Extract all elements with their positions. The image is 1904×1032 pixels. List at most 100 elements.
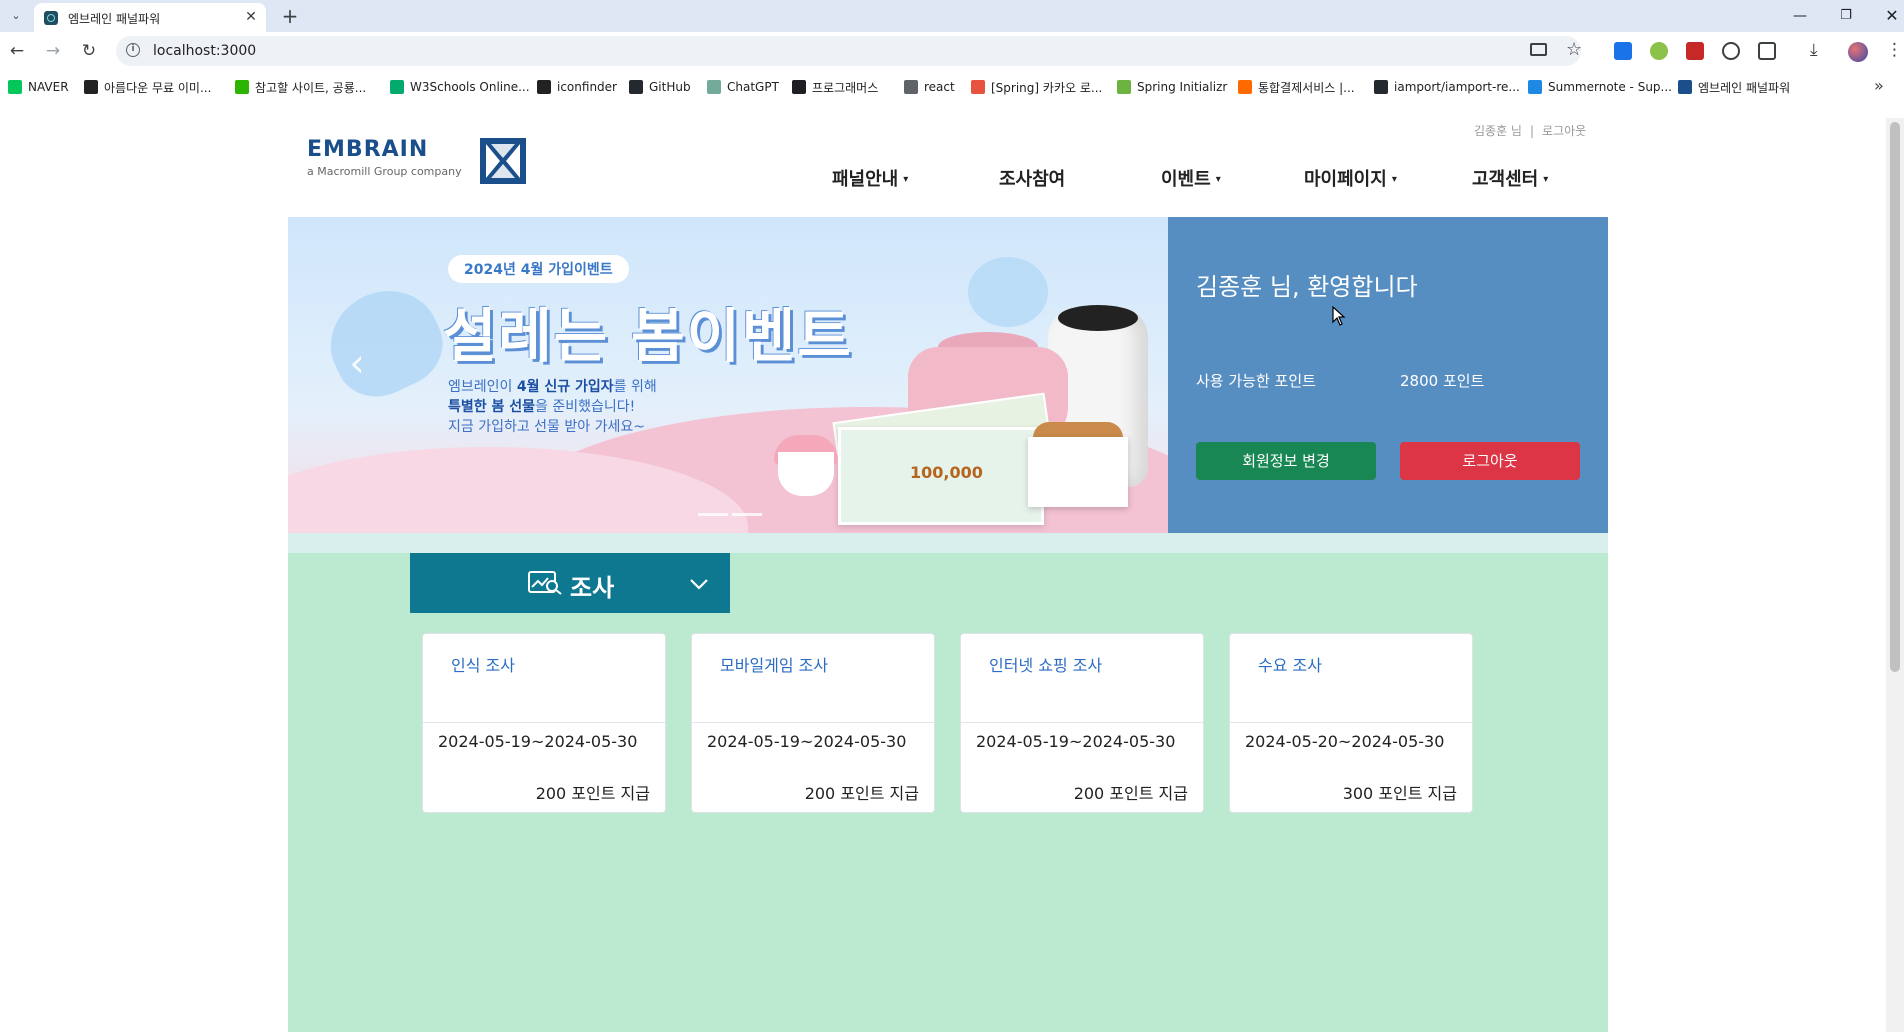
extension-sync-icon[interactable]	[1722, 42, 1740, 60]
bookmark-label: GitHub	[649, 80, 691, 94]
ice-cream-cup-image	[778, 452, 834, 496]
bookmark-item[interactable]: 아름다운 무료 이미...	[84, 77, 211, 97]
url-text[interactable]: localhost:3000	[153, 43, 256, 59]
survey-period: 2024-05-19~2024-05-30	[976, 732, 1176, 751]
window-minimize-button[interactable]: —	[1788, 4, 1812, 28]
survey-section: 조사 인식 조사 2024-05-19~2024-05-30 200 포인트 지…	[288, 553, 1608, 1032]
nav-label: 패널안내	[832, 169, 899, 190]
bookmark-label: 엠브레인 패널파워	[1698, 80, 1791, 95]
site-info-icon[interactable]: i	[126, 43, 140, 57]
window-close-button[interactable]: ✕	[1880, 4, 1904, 28]
survey-period: 2024-05-20~2024-05-30	[1245, 732, 1445, 751]
browser-tab[interactable]: 엠브레인 패널파워 ✕	[34, 3, 266, 32]
bookmark-item[interactable]: Summernote - Sup...	[1528, 77, 1672, 97]
bookmark-item[interactable]: 엠브레인 패널파워	[1678, 77, 1790, 97]
bookmark-item[interactable]: W3Schools Online...	[390, 77, 530, 97]
window-restore-button[interactable]: ❐	[1834, 4, 1858, 28]
survey-card[interactable]: 인식 조사 2024-05-19~2024-05-30 200 포인트 지급	[422, 633, 666, 813]
bookmark-star-icon[interactable]: ☆	[1566, 39, 1582, 60]
survey-toggle-button[interactable]: 조사	[410, 553, 730, 613]
browser-menu-icon[interactable]: ⋮	[1886, 40, 1903, 60]
carousel-indicator[interactable]	[698, 513, 728, 516]
nav-customer-center[interactable]: 고객센터 ▾	[1472, 165, 1548, 191]
air-purifier-top	[1058, 305, 1138, 331]
caret-down-icon: ▾	[1391, 174, 1397, 185]
edit-profile-button[interactable]: 회원정보 변경	[1196, 442, 1376, 480]
caret-down-icon: ▾	[903, 174, 909, 185]
bookmark-item[interactable]: NAVER	[8, 77, 69, 97]
bookmark-item[interactable]: ChatGPT	[707, 77, 779, 97]
chevron-down-icon	[690, 579, 708, 590]
tab-close-icon[interactable]: ✕	[242, 8, 260, 26]
bookmark-label: NAVER	[28, 80, 69, 94]
profile-avatar[interactable]	[1848, 42, 1868, 62]
card-divider	[961, 722, 1203, 723]
nav-survey-join[interactable]: 조사참여	[999, 165, 1065, 191]
nav-label: 마이페이지	[1304, 169, 1387, 190]
banner-desc-text: 엠브레인이	[448, 379, 517, 395]
survey-title[interactable]: 수요 조사	[1258, 652, 1322, 676]
install-app-icon[interactable]	[1530, 43, 1547, 56]
bookmark-item[interactable]: [Spring] 카카오 로...	[971, 77, 1102, 97]
tab-search-chevron-icon[interactable]: ⌄	[6, 6, 26, 26]
unsplash-icon	[84, 80, 98, 94]
bookmark-item[interactable]: 참고할 사이트, 공룡...	[235, 77, 366, 97]
chatgpt-icon	[707, 80, 721, 94]
survey-card[interactable]: 수요 조사 2024-05-20~2024-05-30 300 포인트 지급	[1229, 633, 1473, 813]
bookmark-item[interactable]: 통합결제서비스 |...	[1238, 77, 1355, 97]
welcome-title: 김종훈 님, 환영합니다	[1196, 273, 1418, 301]
carousel-prev-icon[interactable]: ‹	[342, 343, 372, 383]
extension-download-icon[interactable]	[1614, 42, 1632, 60]
extension-red-icon[interactable]	[1686, 42, 1704, 60]
extensions-puzzle-icon[interactable]	[1758, 42, 1776, 60]
welcome-panel: 김종훈 님, 환영합니다 사용 가능한 포인트 2800 포인트 회원정보 변경…	[1168, 217, 1608, 533]
survey-reward: 200 포인트 지급	[535, 784, 650, 803]
downloads-icon[interactable]: ⤓	[1810, 40, 1818, 60]
new-tab-button[interactable]: +	[278, 4, 302, 28]
extension-green-icon[interactable]	[1650, 42, 1668, 60]
banner-description: 엠브레인이 4월 신규 가입자를 위해 특별한 봄 선물을 준비했습니다! 지금…	[448, 377, 708, 437]
nav-label: 조사참여	[999, 169, 1066, 190]
back-button[interactable]: ←	[6, 40, 28, 62]
logo-tagline: a Macromill Group company	[307, 165, 462, 178]
survey-reward: 200 포인트 지급	[804, 784, 919, 803]
event-banner-carousel[interactable]: 2024년 4월 가입이벤트 설레는 봄이벤트 엠브레인이 4월 신규 가입자를…	[288, 217, 1168, 533]
logout-button[interactable]: 로그아웃	[1400, 442, 1580, 480]
nav-panel-info[interactable]: 패널안내 ▾	[832, 165, 908, 191]
bookmark-item[interactable]: react	[904, 77, 955, 97]
bookmark-item[interactable]: GitHub	[629, 77, 691, 97]
nav-events[interactable]: 이벤트 ▾	[1161, 165, 1221, 191]
naver-blog-icon	[235, 80, 249, 94]
bookmark-item[interactable]: Spring Initializr	[1117, 77, 1227, 97]
programmers-icon	[792, 80, 806, 94]
banner-badge: 2024년 4월 가입이벤트	[448, 255, 629, 283]
embrain-logo[interactable]: EMBRAIN a Macromill Group company	[307, 137, 527, 187]
carousel-indicator[interactable]	[732, 513, 762, 516]
caret-down-icon: ▾	[1543, 174, 1549, 185]
survey-title[interactable]: 모바일게임 조사	[720, 652, 828, 676]
banner-desc-text: 를 위해	[613, 379, 657, 395]
logout-link[interactable]: 로그아웃	[1542, 124, 1586, 138]
user-name: 김종훈 님	[1474, 124, 1522, 138]
banner-desc-highlight: 4월 신규 가입자	[516, 379, 614, 395]
reload-button[interactable]: ↻	[78, 40, 100, 62]
bookmarks-overflow-icon[interactable]: »	[1874, 76, 1884, 95]
forward-button[interactable]: →	[42, 40, 64, 62]
bookmark-label: 참고할 사이트, 공룡...	[255, 80, 367, 95]
scrollbar-thumb[interactable]	[1890, 122, 1900, 672]
bookmark-label: react	[924, 80, 955, 94]
caret-down-icon: ▾	[1215, 174, 1221, 185]
bookmark-item[interactable]: 프로그래머스	[792, 77, 878, 97]
survey-card[interactable]: 모바일게임 조사 2024-05-19~2024-05-30 200 포인트 지…	[691, 633, 935, 813]
address-bar[interactable]: i localhost:3000 ☆	[116, 36, 1582, 66]
points-label: 사용 가능한 포인트	[1196, 372, 1316, 390]
bookmark-item[interactable]: iamport/iamport-re...	[1374, 77, 1520, 97]
nav-label: 고객센터	[1472, 169, 1539, 190]
survey-title[interactable]: 인터넷 쇼핑 조사	[989, 652, 1102, 676]
user-links-separator: |	[1529, 124, 1535, 138]
survey-card[interactable]: 인터넷 쇼핑 조사 2024-05-19~2024-05-30 200 포인트 …	[960, 633, 1204, 813]
nav-mypage[interactable]: 마이페이지 ▾	[1304, 165, 1397, 191]
logo-mark-icon	[480, 138, 526, 184]
survey-title[interactable]: 인식 조사	[451, 652, 515, 676]
bookmark-item[interactable]: iconfinder	[537, 77, 617, 97]
